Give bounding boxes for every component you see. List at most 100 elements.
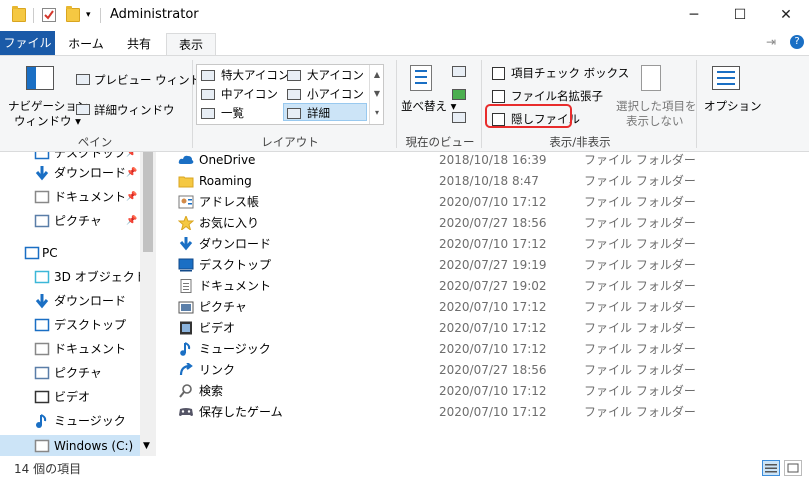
file-type: ファイル フォルダー	[584, 216, 696, 230]
tab-file[interactable]: ファイル	[0, 31, 55, 55]
group-separator	[396, 60, 397, 148]
nav-item[interactable]: ピクチャ 📌	[0, 210, 140, 232]
nav-item[interactable]: ミュージック	[0, 410, 140, 432]
nav-item-label: PC	[42, 246, 58, 260]
preview-pane-button[interactable]: プレビュー ウィンドウ	[94, 72, 213, 88]
document-icon	[178, 279, 193, 293]
nav-item-label: ビデオ	[54, 390, 91, 404]
file-row[interactable]: 保存したゲーム 2020/07/10 17:12 ファイル フォルダー	[170, 402, 730, 423]
new-folder-icon[interactable]	[66, 6, 80, 22]
large-icons-view-button[interactable]	[784, 460, 802, 476]
navigation-pane-icon[interactable]	[26, 66, 54, 90]
options-button[interactable]: オプション	[704, 98, 762, 114]
hide-selected-icon	[641, 65, 661, 91]
hide-selected-button[interactable]: 選択した項目を	[616, 98, 697, 114]
nav-item[interactable]: PC	[0, 242, 140, 264]
file-row[interactable]: 検索 2020/07/10 17:12 ファイル フォルダー	[170, 381, 730, 402]
file-type: ファイル フォルダー	[584, 153, 696, 167]
file-row[interactable]: ミュージック 2020/07/10 17:12 ファイル フォルダー	[170, 339, 730, 360]
group-separator	[481, 60, 482, 148]
nav-item-label: ドキュメント	[54, 342, 127, 356]
pane-group-label: ペイン	[77, 135, 113, 149]
file-date: 2020/07/10 17:12	[439, 342, 547, 356]
layout-scroll[interactable]: ▲ ▼ ▾	[369, 65, 384, 124]
file-extension-toggle[interactable]	[492, 90, 505, 103]
scroll-down-icon[interactable]: ▼	[143, 441, 150, 451]
minimize-button[interactable]: ─	[671, 0, 717, 31]
download-icon	[34, 165, 50, 181]
file-row[interactable]: ピクチャ 2020/07/10 17:12 ファイル フォルダー	[170, 297, 730, 318]
file-row[interactable]: OneDrive 2018/10/18 16:39 ファイル フォルダー	[170, 150, 730, 171]
layout-medium-icons[interactable]: 中アイコン	[201, 85, 278, 103]
layout-small-icons[interactable]: 小アイコン	[287, 85, 364, 103]
file-date: 2020/07/10 17:12	[439, 237, 547, 251]
item-checkbox-toggle[interactable]	[492, 67, 505, 80]
layout-list[interactable]: 一覧	[201, 104, 244, 122]
small-icons-icon	[287, 89, 301, 100]
pc-icon	[24, 245, 40, 261]
nav-item[interactable]: デスクトップ	[0, 314, 140, 336]
file-row[interactable]: リンク 2020/07/27 18:56 ファイル フォルダー	[170, 360, 730, 381]
nav-item[interactable]: ダウンロード 📌	[0, 162, 140, 184]
ribbon: ナビゲーション ウィンドウ ▾ プレビュー ウィンドウ 詳細ウィンドウ ペイン …	[0, 55, 809, 152]
nav-item[interactable]: 3D オブジェクト	[0, 266, 147, 288]
contacts-icon	[178, 195, 194, 209]
file-row[interactable]: お気に入り 2020/07/27 18:56 ファイル フォルダー	[170, 213, 730, 234]
close-button[interactable]: ✕	[763, 0, 809, 31]
file-name: リンク	[199, 363, 236, 377]
layout-large-icons[interactable]: 大アイコン	[287, 66, 364, 84]
file-row[interactable]: ビデオ 2020/07/10 17:12 ファイル フォルダー	[170, 318, 730, 339]
size-columns-icon[interactable]	[452, 112, 466, 123]
file-type: ファイル フォルダー	[584, 321, 696, 335]
document-icon	[34, 341, 50, 357]
group-separator	[696, 60, 697, 148]
nav-item[interactable]: ビデオ	[0, 386, 140, 408]
file-row[interactable]: デスクトップ 2020/07/27 19:19 ファイル フォルダー	[170, 255, 730, 276]
tab-view[interactable]: 表示	[166, 33, 216, 55]
file-row[interactable]: ダウンロード 2020/07/10 17:12 ファイル フォルダー	[170, 234, 730, 255]
details-pane-icon	[76, 104, 90, 115]
file-date: 2018/10/18 8:47	[439, 174, 539, 188]
layout-details[interactable]: 詳細	[283, 103, 367, 121]
file-type: ファイル フォルダー	[584, 174, 696, 188]
properties-icon[interactable]	[42, 8, 56, 22]
file-extension-label: ファイル名拡張子	[511, 89, 603, 103]
file-row[interactable]: アドレス帳 2020/07/10 17:12 ファイル フォルダー	[170, 192, 730, 213]
pin-ribbon-icon[interactable]: ⇥	[766, 35, 776, 49]
sort-icon	[410, 65, 432, 91]
nav-item[interactable]: ドキュメント	[0, 338, 140, 360]
quick-access-dropdown-icon[interactable]: ▾	[86, 10, 91, 20]
nav-scrollbar[interactable]: ▼	[140, 152, 156, 456]
medium-icons-icon	[201, 89, 215, 100]
file-row[interactable]: ドキュメント 2020/07/27 19:02 ファイル フォルダー	[170, 276, 730, 297]
nav-item[interactable]: ピクチャ	[0, 362, 140, 384]
details-pane-button[interactable]: 詳細ウィンドウ	[94, 102, 175, 118]
file-row[interactable]: Roaming 2018/10/18 8:47 ファイル フォルダー	[170, 171, 730, 192]
nav-item[interactable]: Windows (C:)	[0, 435, 140, 456]
layout-label: 詳細	[307, 106, 330, 120]
download-icon	[34, 293, 50, 309]
layout-label: 中アイコン	[221, 87, 278, 101]
nav-item-label: デスクトップ	[54, 318, 127, 332]
nav-item[interactable]: ダウンロード	[0, 290, 140, 312]
navigation-pane-button-line2[interactable]: ウィンドウ ▾	[14, 113, 81, 129]
hide-selected-button-line2[interactable]: 表示しない	[626, 113, 684, 129]
add-columns-icon[interactable]	[452, 89, 466, 100]
file-date: 2020/07/10 17:12	[439, 405, 547, 419]
nav-scrollbar-thumb[interactable]	[143, 152, 153, 252]
3d-objects-icon	[34, 269, 50, 285]
tab-share[interactable]: 共有	[114, 33, 164, 55]
details-view-button[interactable]	[762, 460, 780, 476]
help-icon[interactable]: ?	[790, 35, 804, 49]
nav-item-label: ダウンロード	[54, 294, 127, 308]
file-type: ファイル フォルダー	[584, 279, 696, 293]
sort-by-button[interactable]: 並べ替え ▾	[401, 98, 456, 114]
nav-item[interactable]: ドキュメント 📌	[0, 186, 140, 208]
nav-item-label: ミュージック	[54, 414, 126, 428]
tab-home[interactable]: ホーム	[60, 33, 112, 55]
layout-extra-large-icons[interactable]: 特大アイコン	[201, 66, 289, 84]
group-by-icon[interactable]	[452, 66, 466, 77]
maximize-button[interactable]: ☐	[717, 0, 763, 31]
star-icon	[177, 214, 195, 232]
file-name: OneDrive	[199, 153, 256, 167]
